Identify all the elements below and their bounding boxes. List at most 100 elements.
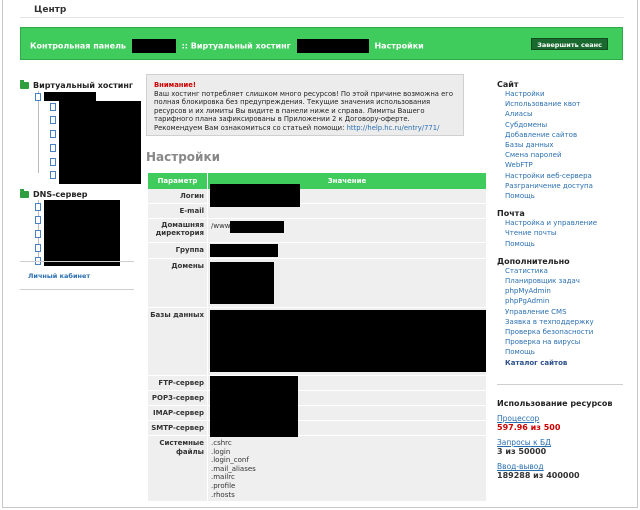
dns-tree: [20, 200, 134, 268]
site-link-webftp[interactable]: WebFTP: [497, 160, 627, 170]
site-link-webserver[interactable]: Настройки веб-сервера: [497, 171, 627, 181]
folder-icon: [20, 80, 29, 89]
document-icon: [50, 130, 56, 138]
notice-warning-title: Внимание!: [154, 81, 196, 89]
usage-db-value: 3 из 50000: [497, 447, 547, 456]
redacted-block: [44, 200, 120, 266]
mail-links: Настройка и управление Чтение почты Помо…: [497, 218, 627, 249]
document-icon: [35, 203, 41, 211]
row-email-key: E-mail: [148, 204, 208, 218]
section-mail-title: Почта: [497, 209, 525, 219]
document-icon: [35, 216, 41, 224]
row-ftp-value: [208, 376, 486, 437]
row-sysfiles-value: .cshrc .login .login_conf .mail_aliases …: [208, 436, 486, 501]
table-row: Домены: [148, 259, 486, 308]
file-item: .profile: [211, 481, 236, 490]
row-smtp-key: SMTP-сервер: [148, 421, 208, 435]
file-item: .mailrc: [211, 473, 235, 482]
tree-dns-label: DNS-сервер: [33, 190, 88, 199]
document-icon: [50, 116, 56, 124]
redacted-block: [296, 39, 369, 53]
extra-link-cms[interactable]: Управление CMS: [497, 307, 627, 317]
usage-db-link[interactable]: Запросы к БД: [497, 438, 627, 447]
site-link-settings[interactable]: Настройки: [497, 89, 627, 99]
row-group-value: [208, 243, 486, 258]
left-divider: [20, 261, 134, 262]
usage-title: Использование ресурсов: [497, 399, 613, 408]
site-link-quotas[interactable]: Использование квот: [497, 99, 627, 109]
home-path: /www: [211, 222, 231, 230]
mail-link-help[interactable]: Помощь: [497, 239, 627, 249]
site-link-access[interactable]: Разграничение доступа: [497, 181, 627, 191]
table-row: Группа: [148, 243, 486, 259]
redacted-block: [210, 262, 274, 304]
extra-link-help[interactable]: Помощь: [497, 347, 627, 357]
site-link-aliases[interactable]: Алиасы: [497, 109, 627, 119]
row-pop3-value: [208, 391, 486, 405]
row-databases-value: [208, 308, 486, 375]
top-bar: Контрольная панель :: Виртуальный хостин…: [20, 27, 623, 60]
usage-cpu-value: 597.96 из 500: [497, 423, 561, 432]
page-title: Настройки: [146, 150, 221, 164]
breadcrumb-hosting[interactable]: :: Виртуальный хостинг: [182, 42, 291, 51]
table-row: POP3-сервер: [148, 391, 486, 406]
table-row: Домашняя директория /www: [148, 219, 486, 243]
hosting-tree: [20, 91, 141, 184]
table-row: FTP-сервер: [148, 376, 486, 437]
extra-link-phpmyadmin[interactable]: phpMyAdmin: [497, 286, 627, 296]
extra-link-virus[interactable]: Проверка на вирусы: [497, 337, 627, 347]
row-ftp-key: FTP-сервер: [148, 376, 208, 390]
site-link-subdomains[interactable]: Субдомены: [497, 120, 627, 130]
breadcrumb-panel[interactable]: Контрольная панель: [30, 42, 126, 51]
site-link-databases[interactable]: Базы данных: [497, 140, 627, 150]
breadcrumb: Контрольная панель :: Виртуальный хостин…: [30, 39, 424, 53]
usage-cpu-link[interactable]: Процессор: [497, 414, 627, 423]
row-login-key: Логин: [148, 189, 208, 203]
row-email-value: [208, 204, 486, 218]
right-sidebar: Сайт Настройки Использование квот Алиасы…: [497, 80, 627, 368]
extra-link-phppgadmin[interactable]: phpPgAdmin: [497, 296, 627, 306]
notice-help-link[interactable]: http://help.hc.ru/entry/771/: [347, 124, 440, 132]
row-databases-key: Базы данных: [148, 308, 208, 375]
document-icon: [50, 171, 56, 179]
extra-link-stats[interactable]: Статистика: [497, 266, 627, 276]
logout-button[interactable]: Завершить сеанс: [531, 38, 608, 50]
row-login-value: [208, 184, 486, 207]
redacted-block: [210, 310, 486, 372]
document-icon: [50, 158, 56, 166]
mail-link-manage[interactable]: Настройка и управление: [497, 218, 627, 228]
resource-usage: Использование ресурсов Процессор 597.96 …: [497, 399, 627, 480]
site-link-add-sites[interactable]: Добавление сайтов: [497, 130, 627, 140]
mail-link-read[interactable]: Чтение почты: [497, 228, 627, 238]
row-imap-value: [208, 406, 486, 420]
brand-label: Центр: [34, 5, 67, 15]
table-row: Базы данных: [148, 308, 486, 376]
site-link-passwords[interactable]: Смена паролей: [497, 150, 627, 160]
document-icon: [50, 144, 56, 152]
redacted-block: [131, 39, 176, 53]
site-link-help[interactable]: Помощь: [497, 191, 627, 201]
redacted-block: [230, 221, 284, 233]
tree-hosting-label: Виртуальный хостинг: [33, 81, 134, 90]
redacted-block: [210, 244, 278, 257]
extra-link-support[interactable]: Заявка в техподдержку: [497, 317, 627, 327]
document-icon: [35, 93, 41, 101]
document-icon: [35, 230, 41, 238]
tree-dns[interactable]: DNS-сервер: [20, 189, 134, 200]
row-domains-value: [208, 259, 486, 307]
usage-io-link[interactable]: Ввод-вывод: [497, 462, 627, 471]
breadcrumb-settings: Настройки: [374, 41, 424, 51]
extra-link-scheduler[interactable]: Планировщик задач: [497, 276, 627, 286]
cabinet-link[interactable]: Личный кабинет: [28, 272, 90, 280]
file-item: .login: [211, 447, 231, 456]
tree-hosting[interactable]: Виртуальный хостинг: [20, 80, 134, 91]
table-row: SMTP-сервер: [148, 421, 486, 436]
table-header: Параметр Значение: [148, 173, 486, 189]
extra-links: Статистика Планировщик задач phpMyAdmin …: [497, 266, 627, 368]
catalog-link[interactable]: Каталог сайтов: [497, 358, 627, 368]
redacted-block: [59, 101, 141, 184]
brand-divider: [20, 17, 624, 18]
row-group-key: Группа: [148, 243, 208, 258]
document-icon: [35, 244, 41, 252]
extra-link-security[interactable]: Проверка безопасности: [497, 327, 627, 337]
